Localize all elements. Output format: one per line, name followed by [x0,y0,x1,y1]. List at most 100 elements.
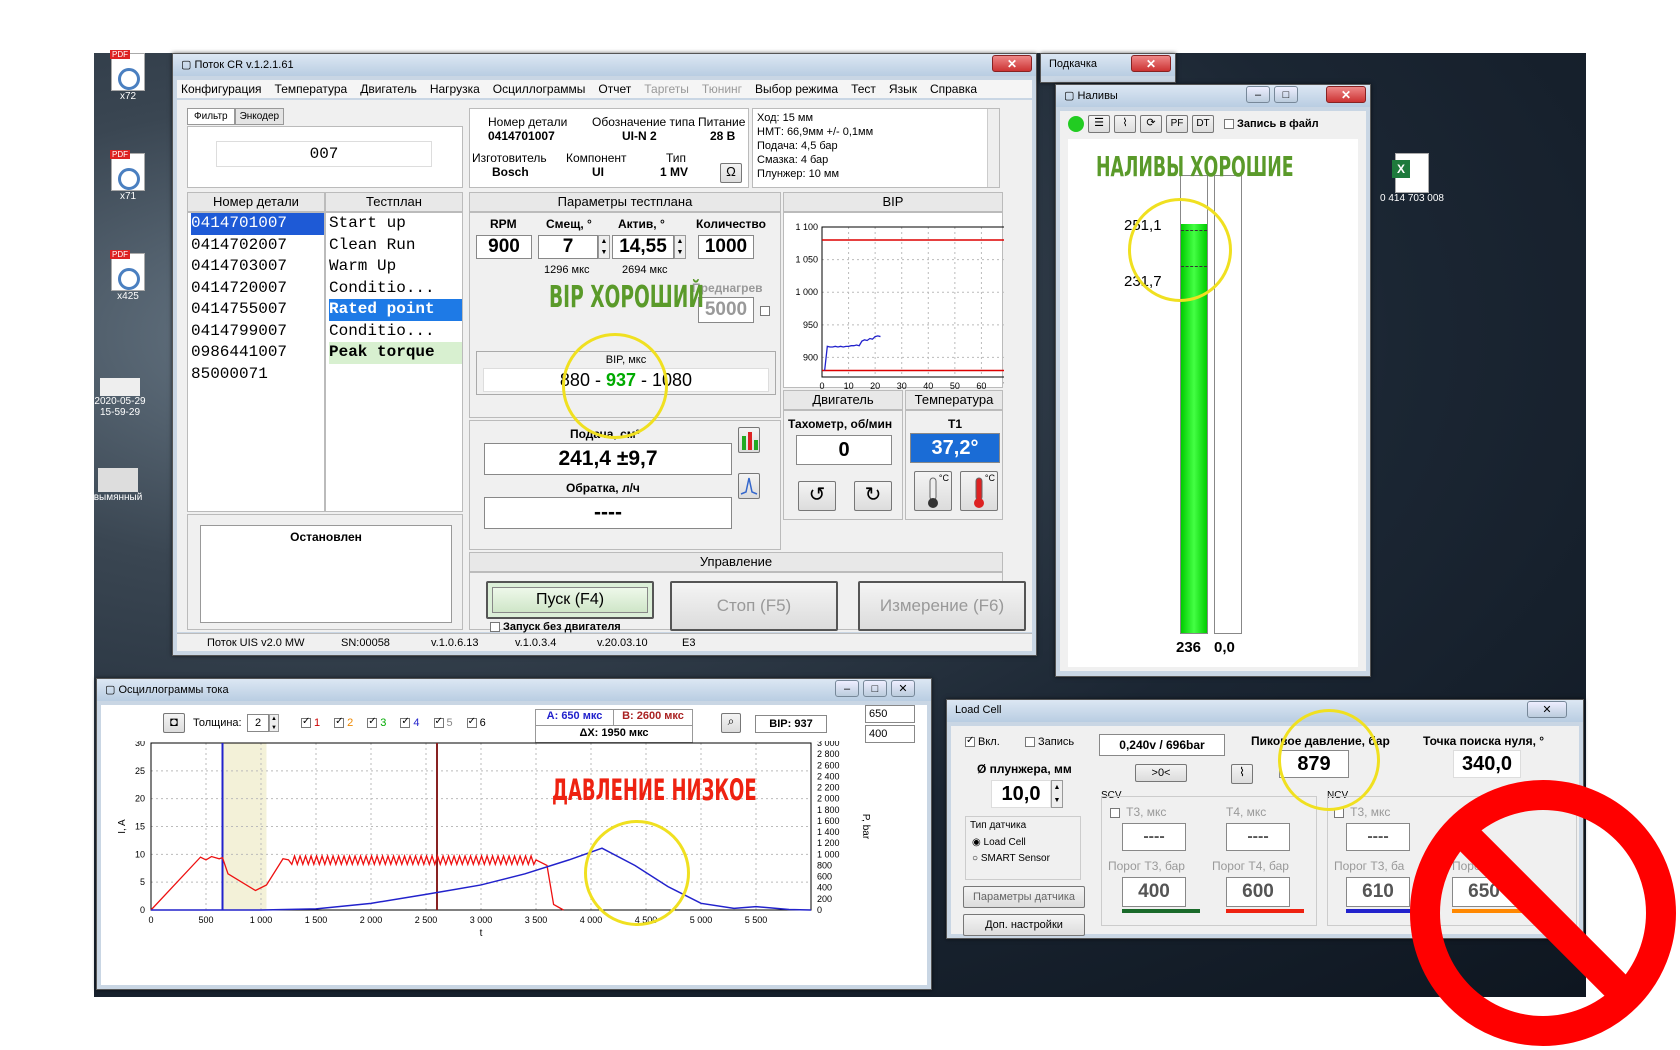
close-icon[interactable]: ✕ [992,55,1032,72]
menu-report[interactable]: Отчет [598,82,631,96]
zoom-icon[interactable]: ⌕ [721,713,741,733]
threshold-t3-stepper[interactable]: 400 [1122,877,1186,907]
chart-icon[interactable]: ⌇ [1231,764,1253,784]
extra-settings-button[interactable]: Доп. настройки [963,914,1085,936]
part-list-item[interactable]: 0414702007 [191,235,324,257]
sensor-params-button[interactable]: Параметры датчика [963,886,1085,908]
channel-checkbox-2[interactable]: 2 [334,716,353,729]
desktop-pdf-x425[interactable]: x425 [98,250,158,302]
menu-language[interactable]: Язык [889,82,917,96]
plunger-diameter-stepper[interactable]: 10,0 [991,780,1051,808]
tab-encoder[interactable]: Энкодер [234,108,285,125]
activ-stepper[interactable]: 14,55 [612,235,674,259]
radio-load-cell[interactable]: ◉ Load Cell [972,837,1026,848]
menu-targets[interactable]: Таргеты [644,82,689,96]
testplan-item[interactable]: Peak torque [329,342,462,364]
menu-load[interactable]: Нагрузка [430,82,480,96]
desktop-excel-file[interactable]: X0 414 703 008 [1362,153,1462,204]
list-icon[interactable]: ☰ [1088,115,1110,133]
preheat-field[interactable]: 5000 [698,297,754,323]
refresh-icon[interactable]: ⟳ [1140,115,1162,133]
pf-button[interactable]: PF [1166,115,1188,133]
x-tick-label: 2 500 [415,915,438,925]
filter-input[interactable]: 007 [216,141,432,167]
preheat-checkbox[interactable] [760,306,770,317]
stop-button[interactable]: Стоп (F5) [670,581,838,631]
testplan-item[interactable]: Rated point [329,299,462,321]
part-list-item[interactable]: 0414799007 [191,321,324,343]
close-icon[interactable]: ✕ [1527,701,1567,718]
count-field[interactable]: 1000 [698,235,754,259]
testplan-item[interactable]: Clean Run [329,235,462,257]
part-list-item[interactable]: 0414720007 [191,278,324,300]
part-list-item[interactable]: 0414703007 [191,256,324,278]
maximize-icon[interactable]: □ [863,680,887,697]
channel-checkbox-5[interactable]: 5 [433,716,453,729]
menu-test[interactable]: Тест [851,82,876,96]
radio-smart-sensor[interactable]: ○ SMART Sensor [972,853,1050,864]
desktop-unnamed-file[interactable]: вымянный [88,468,148,503]
plunger-spin-icon[interactable]: ▲ ▼ [1051,780,1063,808]
testplan-item[interactable]: Warm Up [329,256,462,278]
measure-button[interactable]: Измерение (F6) [858,581,1026,631]
part-list-item[interactable]: 85000071 [191,364,324,386]
signal-graph-icon[interactable] [738,473,760,499]
enable-checkbox[interactable]: Вкл. [965,735,1000,748]
part-list-item[interactable]: 0414755007 [191,299,324,321]
menu-mode[interactable]: Выбор режима [755,82,838,96]
menu-tuning[interactable]: Тюнинг [702,82,742,96]
nalivy-toolbar: ☰ ⌇ ⟳ PF DT Запись в файл [1068,115,1319,133]
info-scrollbar[interactable] [987,109,999,187]
channel-checkbox-4[interactable]: 4 [400,716,420,729]
record-file-checkbox[interactable]: Запись в файл [1224,118,1319,130]
main-titlebar[interactable]: ▢ Поток CR v.1.2.1.61 ✕ [173,54,1036,76]
close-icon[interactable]: ✕ [1326,86,1366,103]
activ-spin-icon[interactable]: ▲ ▼ [674,235,686,259]
camera-icon[interactable]: ◘ [163,713,185,733]
bar-chart-icon[interactable] [738,427,760,453]
testplan-item[interactable]: Conditio... [329,321,462,343]
record-checkbox[interactable]: Запись [1025,736,1074,748]
channel-checkbox-3[interactable]: 3 [367,716,386,729]
testplan-item[interactable]: Start up [329,213,462,235]
thermometer-hot-icon[interactable]: °C [960,471,998,511]
threshold-t4-stepper[interactable]: 600 [1226,877,1290,907]
tab-filter[interactable]: Фильтр [187,108,235,125]
menu-config[interactable]: Конфигурация [181,82,262,96]
thermometer-cold-icon[interactable]: °C [914,471,952,511]
part-list-item[interactable]: 0986441007 [191,342,324,364]
menu-engine[interactable]: Двигатель [360,82,417,96]
desktop-pdf-x72[interactable]: x72 [98,50,158,102]
minimize-icon[interactable]: – [835,680,859,697]
shift-stepper[interactable]: 7 [538,235,598,259]
ncv-threshold-t3-stepper[interactable]: 610 [1346,877,1410,907]
desktop-screenshot-file[interactable]: 2020-05-29 15-59-29 [90,378,150,418]
rpm-field[interactable]: 900 [476,235,532,259]
shift-spin-icon[interactable]: ▲ ▼ [598,235,610,259]
menu-temperature[interactable]: Температура [275,82,348,96]
zero-point-stepper[interactable]: 340,0 [1453,750,1521,778]
dt-button[interactable]: DT [1192,115,1214,133]
cursor-a-stepper[interactable]: 650 [865,705,915,723]
thickness-stepper[interactable]: 2 [247,714,269,732]
maximize-icon[interactable]: □ [1274,86,1298,103]
no-engine-checkbox[interactable]: Запуск без двигателя [490,621,621,633]
channel-checkbox-1[interactable]: 1 [301,716,320,729]
testplan-item[interactable]: Conditio... [329,278,462,300]
menu-help[interactable]: Справка [930,82,977,96]
thickness-spin-icon[interactable]: ▲ ▼ [269,714,279,732]
menu-oscillograms[interactable]: Осциллограммы [493,82,586,96]
desktop-pdf-x71[interactable]: x71 [98,150,158,202]
part-list-item[interactable]: 0414701007 [191,213,324,235]
start-button[interactable]: Пуск (F4) [486,581,654,619]
zero-button[interactable]: >0< [1135,764,1187,782]
close-icon[interactable]: ✕ [1131,55,1171,72]
channel-checkbox-6[interactable]: 6 [466,716,486,729]
omega-button[interactable]: Ω [720,163,742,183]
rotate-ccw-icon[interactable]: ↺ [798,481,836,511]
rotate-cw-icon[interactable]: ↻ [854,481,892,511]
minimize-icon[interactable]: – [1246,86,1270,103]
part-list: 0414701007 0414702007 0414703007 0414720007… [187,212,325,512]
chart-icon[interactable]: ⌇ [1114,115,1136,133]
close-icon[interactable]: ✕ [891,680,915,697]
